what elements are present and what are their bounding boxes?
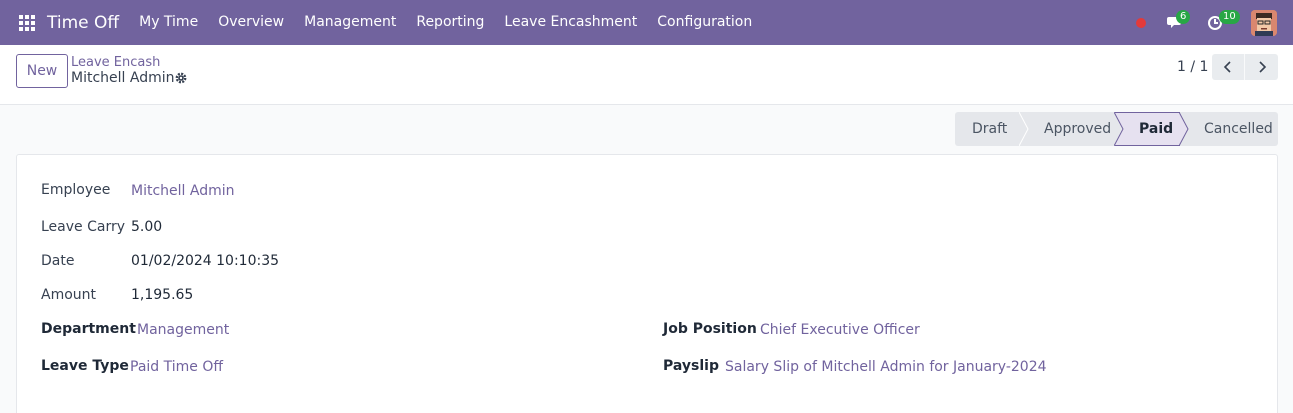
breadcrumb-parent-link[interactable]: Leave Encash: [71, 55, 160, 70]
form-sheet: Employee Mitchell Admin Leave Carry 5.00…: [16, 154, 1278, 413]
job-position-field[interactable]: Chief Executive Officer: [760, 322, 920, 338]
top-navbar: Time Off My Time Overview Management Rep…: [0, 0, 1293, 45]
user-avatar[interactable]: [1251, 10, 1277, 36]
stage-draft[interactable]: Draft: [955, 112, 1029, 146]
payslip-field[interactable]: Salary Slip of Mitchell Admin for Januar…: [725, 359, 1047, 375]
control-panel: New Leave Encash Mitchell Admin 1 / 1: [0, 45, 1293, 105]
menu-item-overview[interactable]: Overview: [208, 0, 294, 45]
stage-approved[interactable]: Approved: [1020, 112, 1124, 146]
menu-item-my-time[interactable]: My Time: [129, 0, 208, 45]
app-title[interactable]: Time Off: [47, 13, 119, 33]
stage-label: Approved: [1044, 121, 1112, 137]
menu-item-configuration[interactable]: Configuration: [647, 0, 762, 45]
payslip-label: Payslip: [663, 358, 719, 374]
pager-value[interactable]: 1 / 1: [1177, 59, 1208, 75]
leave-carry-label: Leave Carry: [41, 219, 125, 235]
app-menu-icon[interactable]: [19, 14, 35, 31]
pager-previous-button[interactable]: [1212, 54, 1245, 80]
leave-carry-field[interactable]: 5.00: [131, 219, 162, 235]
date-field[interactable]: 01/02/2024 10:10:35: [131, 253, 279, 269]
gear-icon[interactable]: [174, 71, 188, 85]
department-field[interactable]: Management: [137, 322, 229, 338]
new-button[interactable]: New: [16, 54, 68, 88]
activities-count-badge: 10: [1219, 10, 1240, 24]
chevron-left-icon: [1223, 61, 1231, 73]
menu-item-management[interactable]: Management: [294, 0, 406, 45]
amount-label: Amount: [41, 287, 97, 303]
amount-field[interactable]: 1,195.65: [131, 287, 193, 303]
job-position-label: Job Position: [663, 321, 757, 337]
stage-arrow-icon: [1114, 112, 1124, 146]
employee-label: Employee: [41, 182, 111, 198]
leave-type-label: Leave Type: [41, 358, 129, 374]
stage-arrow-icon: [1019, 112, 1029, 146]
leave-type-field[interactable]: Paid Time Off: [130, 359, 223, 375]
stage-label: Draft: [972, 121, 1008, 137]
stage-cancelled[interactable]: Cancelled: [1180, 112, 1278, 146]
status-bar: Draft Approved Paid Cancelled: [955, 112, 1278, 146]
stage-label: Paid: [1139, 121, 1174, 137]
stage-arrow-icon: [1179, 112, 1189, 146]
pager-buttons: [1212, 54, 1278, 80]
breadcrumb-current: Mitchell Admin: [71, 70, 175, 86]
main-menu: My Time Overview Management Reporting Le…: [129, 0, 762, 45]
pager-next-button[interactable]: [1245, 54, 1278, 80]
department-label: Department: [41, 321, 136, 337]
employee-field[interactable]: Mitchell Admin: [131, 183, 235, 199]
recording-indicator-icon[interactable]: [1136, 18, 1146, 28]
date-label: Date: [41, 253, 75, 269]
stage-paid[interactable]: Paid: [1115, 112, 1189, 146]
menu-item-leave-encashment[interactable]: Leave Encashment: [494, 0, 647, 45]
chevron-right-icon: [1258, 61, 1266, 73]
menu-item-reporting[interactable]: Reporting: [406, 0, 494, 45]
messages-count-badge: 6: [1176, 10, 1191, 24]
stage-label: Cancelled: [1204, 121, 1273, 137]
